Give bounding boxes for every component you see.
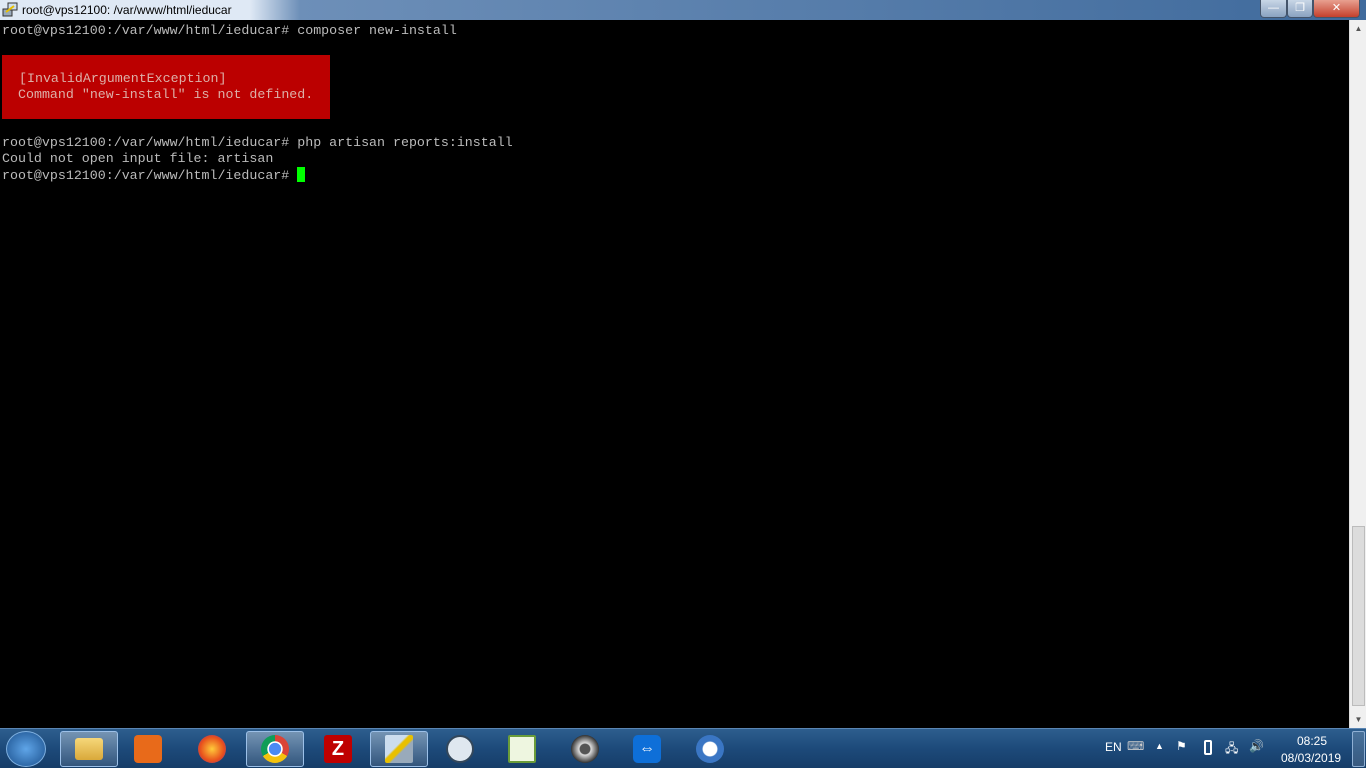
clock-time[interactable]: 08:25	[1297, 734, 1327, 748]
volume-icon[interactable]: 🔊	[1249, 739, 1264, 753]
scroll-up-icon[interactable]: ▲	[1350, 20, 1366, 37]
scroll-down-icon[interactable]: ▼	[1350, 711, 1366, 728]
taskbar-chrome[interactable]	[246, 731, 304, 767]
taskbar-file-explorer[interactable]	[60, 731, 118, 767]
minimize-button[interactable]: —	[1260, 0, 1287, 18]
folder-icon	[75, 738, 103, 760]
media-player-icon	[134, 735, 162, 763]
elephant-icon	[446, 735, 474, 763]
clock-date[interactable]: 08/03/2019	[1281, 751, 1341, 765]
taskbar: Z ⇔ EN ⌨ ▲ ⚑ 🖧 🔊 08:25 08/03/2019	[0, 728, 1366, 768]
network-icon[interactable]: 🖧	[1225, 739, 1238, 760]
taskbar-notepad[interactable]	[493, 731, 551, 767]
cursor	[297, 167, 306, 182]
taskbar-video-app[interactable]	[556, 731, 614, 767]
start-button[interactable]	[6, 731, 46, 767]
maximize-button[interactable]: ❐	[1287, 0, 1313, 18]
terminal[interactable]: root@vps12100:/var/www/html/ieducar# com…	[0, 20, 1349, 728]
terminal-line: root@vps12100:/var/www/html/ieducar# com…	[2, 23, 457, 38]
thunderbird-icon	[696, 735, 724, 763]
show-hidden-icons-icon[interactable]: ▲	[1155, 741, 1164, 751]
show-desktop-button[interactable]	[1352, 731, 1365, 767]
putty-icon	[2, 2, 18, 17]
scroll-thumb[interactable]	[1352, 526, 1365, 706]
battery-icon[interactable]	[1204, 740, 1212, 755]
taskbar-teamviewer[interactable]: ⇔	[618, 731, 676, 767]
film-reel-icon	[571, 735, 599, 763]
chrome-icon	[261, 735, 289, 763]
language-indicator[interactable]: EN	[1105, 740, 1122, 754]
taskbar-putty[interactable]	[370, 731, 428, 767]
filezilla-icon: Z	[324, 735, 352, 763]
taskbar-filezilla[interactable]: Z	[309, 731, 367, 767]
scrollbar[interactable]: ▲ ▼	[1349, 20, 1366, 728]
teamviewer-icon: ⇔	[633, 735, 661, 763]
flag-icon[interactable]: ⚑	[1176, 739, 1187, 753]
terminal-prompt: root@vps12100:/var/www/html/ieducar#	[2, 167, 306, 183]
notepad-icon	[508, 735, 536, 763]
error-message: Command "new-install" is not defined.	[18, 87, 314, 102]
firefox-icon	[198, 735, 226, 763]
taskbar-media-player[interactable]	[119, 731, 177, 767]
putty-icon	[385, 735, 413, 763]
close-button[interactable]: ✕	[1313, 0, 1360, 18]
error-title: [InvalidArgumentException]	[19, 71, 227, 86]
keyboard-icon[interactable]: ⌨	[1127, 739, 1144, 753]
prompt-text: root@vps12100:/var/www/html/ieducar#	[2, 168, 298, 183]
terminal-line: root@vps12100:/var/www/html/ieducar# php…	[2, 135, 513, 150]
terminal-line: Could not open input file: artisan	[2, 151, 274, 166]
title-bar: root@vps12100: /var/www/html/ieducar — ❐…	[0, 0, 1366, 20]
window-title: root@vps12100: /var/www/html/ieducar	[22, 3, 232, 17]
taskbar-pgadmin[interactable]	[431, 731, 489, 767]
taskbar-thunderbird[interactable]	[681, 731, 739, 767]
taskbar-firefox[interactable]	[183, 731, 241, 767]
error-box: [InvalidArgumentException] Command "new-…	[2, 55, 330, 119]
